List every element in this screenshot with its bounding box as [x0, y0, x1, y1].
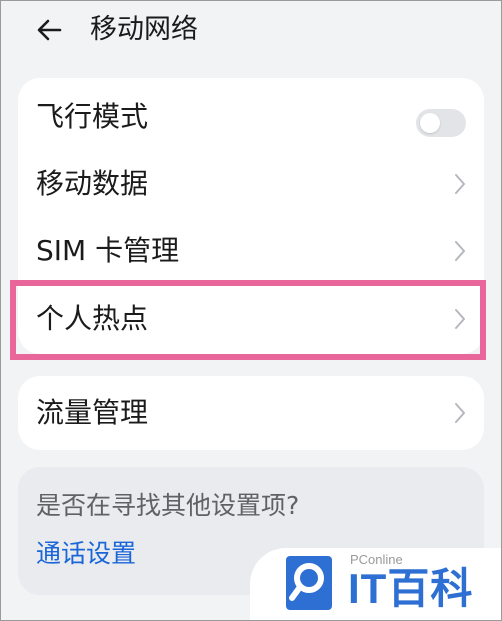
chevron-right-icon: [455, 241, 465, 261]
data-usage-management-row[interactable]: 流量管理: [18, 380, 484, 446]
chevron-right-icon: [455, 174, 465, 194]
sim-card-management-label: SIM 卡管理: [36, 234, 180, 267]
call-settings-link[interactable]: 通话设置: [36, 537, 136, 571]
network-settings-card: 飞行模式 移动数据 SIM 卡管理 个人热点: [18, 78, 484, 354]
watermark-brand-text: IT百科: [348, 565, 474, 612]
sim-card-management-row[interactable]: SIM 卡管理: [18, 218, 484, 284]
airplane-mode-toggle[interactable]: [416, 109, 466, 137]
chevron-right-icon: [455, 309, 465, 329]
arrow-left-icon: [37, 19, 62, 41]
page-title: 移动网络: [90, 14, 198, 45]
suggestions-title: 是否在寻找其他设置项?: [36, 491, 300, 520]
back-button[interactable]: [30, 12, 70, 48]
pconline-logo-icon: [286, 556, 332, 610]
watermark: PConline IT百科: [250, 548, 502, 621]
data-usage-management-label: 流量管理: [36, 396, 149, 429]
header: 移动网络: [0, 0, 502, 60]
airplane-mode-label: 飞行模式: [36, 100, 149, 133]
personal-hotspot-row[interactable]: 个人热点: [18, 286, 484, 352]
mobile-data-row[interactable]: 移动数据: [18, 151, 484, 217]
airplane-mode-row[interactable]: 飞行模式: [18, 84, 484, 150]
personal-hotspot-label: 个人热点: [36, 302, 149, 335]
mobile-data-label: 移动数据: [36, 167, 149, 200]
data-settings-card: 流量管理: [18, 376, 484, 450]
toggle-knob: [420, 113, 440, 133]
chevron-right-icon: [455, 403, 465, 423]
